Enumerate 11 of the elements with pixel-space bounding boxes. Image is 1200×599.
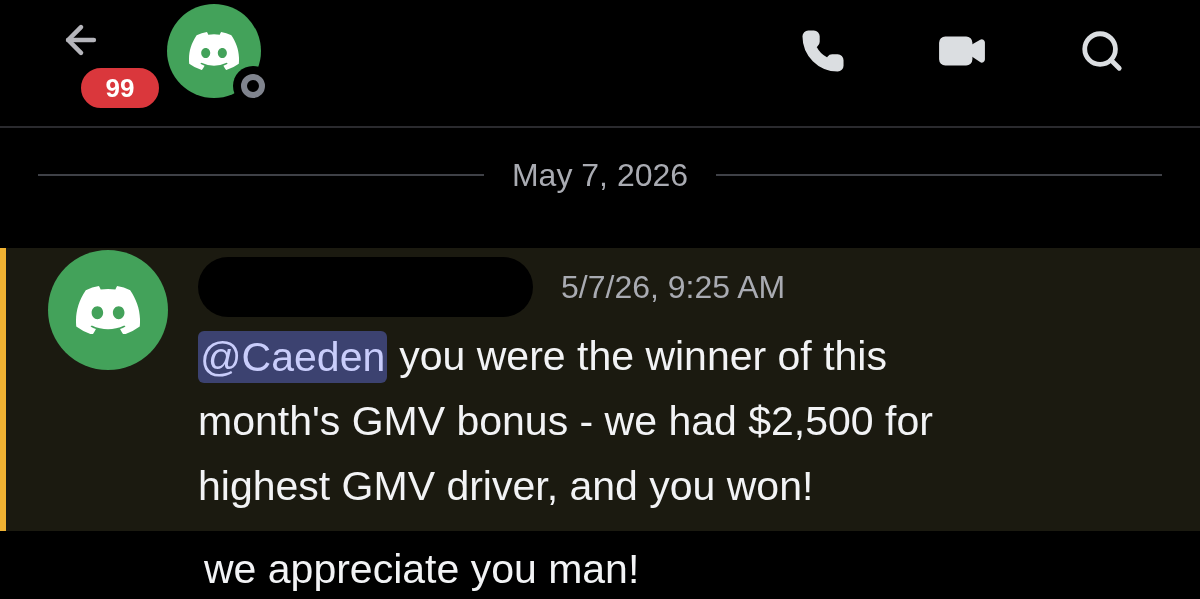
discord-logo-icon: [189, 32, 239, 70]
message-text: we appreciate you man!: [204, 545, 640, 594]
search-icon[interactable]: [1079, 28, 1125, 74]
user-mention[interactable]: @Caeden: [198, 330, 388, 383]
message-text: you were the winner of this: [399, 332, 887, 381]
message-timestamp: 5/7/26, 9:25 AM: [561, 268, 786, 307]
date-divider: May 7, 2026: [510, 156, 690, 195]
message-text: highest GMV driver, and you won!: [198, 462, 814, 511]
phone-icon[interactable]: [801, 29, 845, 73]
message-text: month's GMV bonus - we had $2,500 for: [198, 397, 933, 446]
discord-logo-icon: [76, 285, 140, 335]
